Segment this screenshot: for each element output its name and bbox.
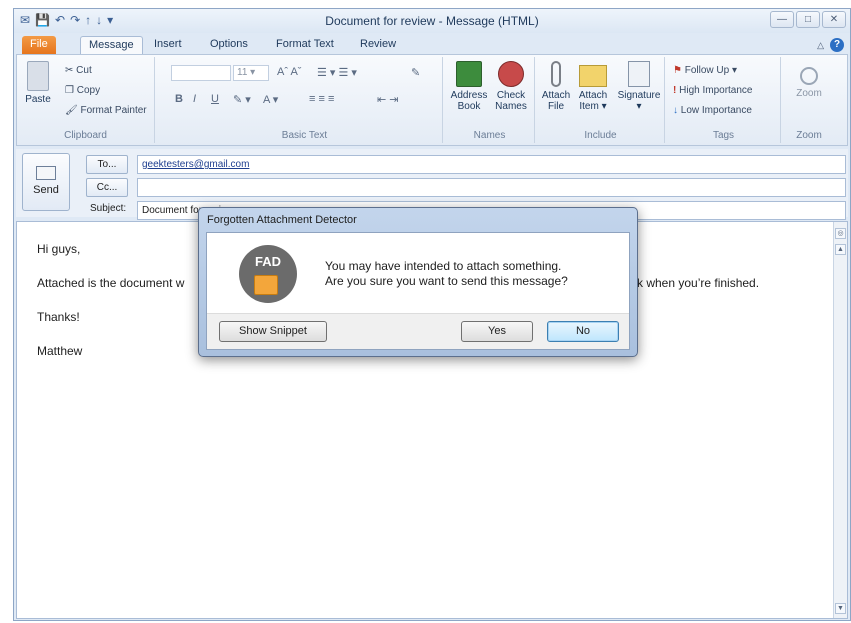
send-button[interactable]: Send [22, 153, 70, 211]
ruler-icon[interactable]: ◎ [835, 228, 846, 239]
address-book-icon [456, 61, 482, 87]
group-zoom: Zoom Zoom [783, 57, 835, 143]
envelope-icon [579, 65, 607, 87]
close-icon[interactable]: ✕ [822, 11, 846, 28]
forgotten-attachment-dialog: Forgotten Attachment Detector FAD You ma… [198, 207, 638, 357]
follow-up-button[interactable]: ⚑ Follow Up ▾ [673, 65, 737, 76]
yes-button[interactable]: Yes [461, 321, 533, 342]
cc-field[interactable] [137, 178, 846, 197]
cut-button[interactable]: ✂ Cut [65, 65, 92, 76]
body-line-left: Attached is the document w [37, 276, 185, 290]
maximize-icon[interactable]: □ [796, 11, 820, 28]
window-title: Document for review - Message (HTML) [325, 14, 539, 28]
group-label-include: Include [584, 130, 617, 141]
window-controls: — □ ✕ [770, 11, 846, 28]
group-names: Address Book Check Names Names [445, 57, 535, 143]
bullets-numbering-buttons[interactable]: ☰ ▾ ☰ ▾ [317, 66, 357, 79]
grow-shrink-font-buttons[interactable]: Aˆ Aˇ [277, 66, 301, 78]
body-signoff: Matthew [37, 344, 83, 358]
low-importance-button[interactable]: ↓ Low Importance [673, 105, 752, 116]
font-name-box[interactable] [171, 65, 231, 81]
align-buttons[interactable]: ≡ ≡ ≡ [309, 93, 334, 105]
magnifier-icon [800, 67, 818, 85]
attach-file-button[interactable]: Attach File [541, 61, 571, 112]
fad-logo-icon: FAD [239, 245, 297, 303]
body-line-right: k when you’re finished. [637, 276, 760, 290]
bold-button[interactable]: B [175, 93, 183, 105]
tab-options[interactable]: Options [202, 36, 256, 55]
paste-button[interactable]: Paste [23, 61, 53, 105]
font-color-button[interactable]: A ▾ [263, 93, 278, 106]
high-importance-icon: ! [673, 85, 677, 96]
collapse-ribbon-icon[interactable]: △ [817, 40, 824, 51]
no-button[interactable]: No [547, 321, 619, 342]
tab-message[interactable]: Message [80, 36, 143, 55]
dialog-message-line2: Are you sure you want to send this messa… [325, 274, 568, 288]
minimize-icon[interactable]: — [770, 11, 794, 28]
group-label-clipboard: Clipboard [64, 130, 107, 141]
dialog-button-bar: Show Snippet Yes No [207, 313, 629, 349]
recipient-email: geektesters@gmail.com [142, 159, 250, 170]
dialog-message-line1: You may have intended to attach somethin… [325, 259, 562, 273]
help-icon[interactable]: ? [830, 38, 844, 52]
zoom-button[interactable]: Zoom [791, 61, 827, 99]
address-book-button[interactable]: Address Book [449, 61, 489, 112]
body-thanks: Thanks! [37, 310, 80, 324]
indent-buttons[interactable]: ⇤ ⇥ [377, 93, 399, 106]
group-label-basic-text: Basic Text [281, 130, 328, 141]
dialog-content: FAD You may have intended to attach some… [206, 232, 630, 350]
title-bar: ✉ 💾 ↶ ↷ ↑ ↓ ▾ Document for review - Mess… [14, 9, 850, 33]
vertical-scrollbar[interactable]: ◎ ▲ ▼ [833, 222, 847, 618]
group-label-names: Names [473, 130, 506, 141]
to-field[interactable]: geektesters@gmail.com [137, 155, 846, 174]
ribbon-tabs: File Message Insert Options Format Text … [14, 33, 850, 55]
attachment-icon [254, 275, 278, 295]
to-button[interactable]: To... [86, 155, 128, 174]
clear-format-icon[interactable]: ✎ [411, 66, 420, 79]
tab-insert[interactable]: Insert [146, 36, 190, 55]
dialog-title: Forgotten Attachment Detector [207, 214, 357, 226]
flag-icon: ⚑ [673, 65, 682, 76]
highlight-color-button[interactable]: ✎ ▾ [233, 93, 251, 106]
paperclip-icon [551, 61, 561, 87]
copy-button[interactable]: ❐ Copy [65, 85, 100, 96]
font-size-box[interactable]: 11 ▾ [233, 65, 269, 81]
group-label-tags: Tags [712, 130, 735, 141]
group-basic-text: 11 ▾ Aˆ Aˇ ☰ ▾ ☰ ▾ ✎ B I U ✎ ▾ A ▾ ≡ ≡ ≡… [167, 57, 443, 143]
scroll-down-icon[interactable]: ▼ [835, 603, 846, 614]
underline-button[interactable]: U [211, 93, 219, 105]
subject-label: Subject: [90, 203, 127, 214]
help-area: △ ? [817, 38, 844, 52]
check-names-button[interactable]: Check Names [491, 61, 531, 112]
group-clipboard: Paste ✂ Cut ❐ Copy 🖌 Format Painter Clip… [17, 57, 155, 143]
cc-button[interactable]: Cc... [86, 178, 128, 197]
ribbon: Paste ✂ Cut ❐ Copy 🖌 Format Painter Clip… [16, 54, 848, 146]
low-importance-icon: ↓ [673, 105, 678, 116]
tab-review[interactable]: Review [352, 36, 404, 55]
check-names-icon [498, 61, 524, 87]
body-greeting: Hi guys, [37, 242, 81, 256]
scroll-up-icon[interactable]: ▲ [835, 244, 846, 255]
signature-button[interactable]: Signature ▾ [615, 61, 663, 112]
attach-item-button[interactable]: Attach Item ▾ [575, 61, 611, 112]
tab-format-text[interactable]: Format Text [268, 36, 342, 55]
group-tags: ⚑ Follow Up ▾ ! High Importance ↓ Low Im… [667, 57, 781, 143]
format-painter-button[interactable]: 🖌 Format Painter [65, 105, 147, 116]
italic-button[interactable]: I [193, 93, 196, 105]
tab-file[interactable]: File [22, 36, 56, 55]
group-include: Attach File Attach Item ▾ Signature ▾ In… [537, 57, 665, 143]
send-icon [36, 166, 56, 180]
signature-icon [628, 61, 650, 87]
show-snippet-button[interactable]: Show Snippet [219, 321, 327, 342]
clipboard-icon [27, 61, 49, 91]
group-label-zoom: Zoom [796, 130, 822, 141]
high-importance-button[interactable]: ! High Importance [673, 85, 753, 96]
